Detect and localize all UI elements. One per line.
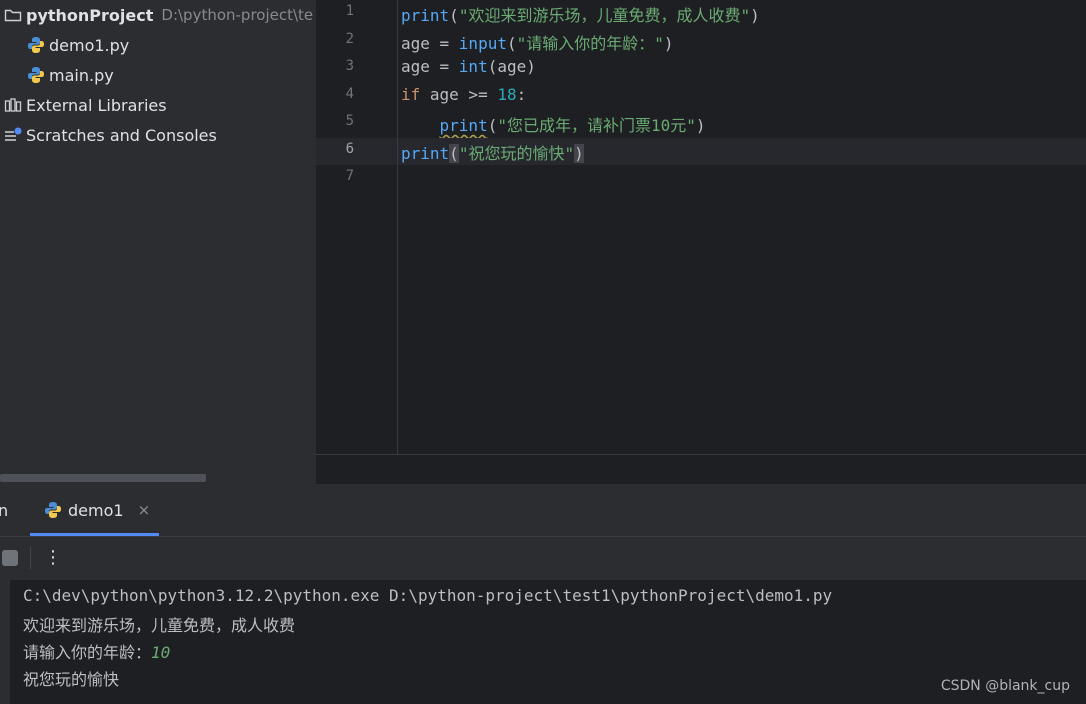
code-string-token: "请输入你的年龄：" bbox=[516, 33, 664, 53]
run-tool-window: n demo1 × ⋮ C:\dev\python\python3.12.2\p… bbox=[0, 484, 1086, 704]
code-function-token: int bbox=[458, 57, 488, 76]
close-icon[interactable]: × bbox=[138, 501, 151, 519]
code-line[interactable]: 4 if age >= 18: bbox=[316, 83, 1086, 110]
project-root-name: pythonProject bbox=[26, 5, 154, 25]
folder-icon bbox=[4, 7, 22, 23]
tree-file-label: demo1.py bbox=[49, 35, 130, 55]
code-line[interactable]: 1 print("欢迎来到游乐场，儿童免费，成人收费") bbox=[316, 0, 1086, 27]
stop-button[interactable] bbox=[2, 550, 18, 566]
tree-external-libraries-label: External Libraries bbox=[26, 95, 167, 115]
code-plain-token: ) bbox=[695, 116, 706, 135]
console-user-input: 10 bbox=[151, 643, 171, 662]
tree-root-row[interactable]: pythonProject D:\python-project\te bbox=[4, 0, 313, 30]
scratches-icon bbox=[4, 127, 22, 143]
tree-scratches-label: Scratches and Consoles bbox=[26, 125, 217, 145]
code-text: age = input("请输入你的年龄：") bbox=[401, 30, 674, 54]
watermark: CSDN @blank_cup bbox=[940, 678, 1070, 694]
console-command-line: C:\dev\python\python3.12.2\python.exe D:… bbox=[23, 586, 833, 605]
project-root-path: D:\python-project\te bbox=[161, 6, 314, 24]
line-number[interactable]: 3 bbox=[316, 58, 354, 74]
code-text: print("您已成年，请补门票10元") bbox=[401, 112, 706, 136]
line-number[interactable]: 6 bbox=[316, 141, 354, 157]
code-line[interactable]: 6 print("祝您玩的愉快") bbox=[316, 137, 1086, 165]
run-toolbar: ⋮ bbox=[0, 537, 1086, 579]
toolbar-separator bbox=[30, 547, 31, 569]
project-tool-window: pythonProject D:\python-project\te demo1… bbox=[0, 0, 316, 484]
tree-external-libraries[interactable]: External Libraries bbox=[4, 90, 167, 120]
console-prompt-line: 请输入你的年龄：10 bbox=[23, 639, 170, 663]
console-prompt-text: 请输入你的年龄： bbox=[23, 643, 152, 662]
run-tab-strip: n demo1 × bbox=[0, 484, 1086, 537]
tree-file-label: main.py bbox=[49, 65, 114, 85]
line-number[interactable]: 1 bbox=[316, 3, 354, 19]
code-plain-token: ) bbox=[750, 6, 760, 25]
code-plain-token: ( bbox=[506, 33, 517, 53]
tree-scratches[interactable]: Scratches and Consoles bbox=[4, 120, 217, 150]
editor-footer-area bbox=[316, 455, 1086, 484]
tree-file-main[interactable]: main.py bbox=[27, 60, 114, 90]
code-string-token: "祝您玩的愉快" bbox=[458, 143, 575, 163]
code-plain-token: age = bbox=[401, 33, 459, 53]
code-matched-brace: ) bbox=[574, 143, 584, 163]
tree-file-demo1[interactable]: demo1.py bbox=[27, 30, 129, 60]
code-string-token: "您已成年，请补门票10元" bbox=[497, 116, 696, 135]
code-plain-token: ( bbox=[487, 116, 498, 135]
code-text: age = int(age) bbox=[401, 57, 536, 76]
more-options-button[interactable]: ⋮ bbox=[44, 545, 62, 571]
tree-horizontal-scrollbar[interactable] bbox=[0, 474, 206, 482]
code-line[interactable]: 7 bbox=[316, 165, 1086, 192]
code-plain-token: : bbox=[516, 84, 527, 104]
code-matched-brace: ( bbox=[449, 143, 459, 163]
console-output[interactable]: C:\dev\python\python3.12.2\python.exe D:… bbox=[0, 580, 1086, 704]
code-line[interactable]: 3 age = int(age) bbox=[316, 55, 1086, 82]
code-function-token-warning: print bbox=[439, 116, 488, 135]
code-keyword-token: if bbox=[401, 84, 421, 104]
tab-run-truncated[interactable]: n bbox=[0, 501, 8, 520]
line-number[interactable]: 4 bbox=[316, 86, 354, 102]
code-text: if age >= 18: bbox=[401, 85, 526, 104]
console-output-line: 祝您玩的愉快 bbox=[23, 670, 120, 689]
code-plain-token: age = bbox=[401, 57, 459, 76]
code-plain-token: ) bbox=[663, 33, 674, 53]
python-file-icon bbox=[27, 66, 45, 84]
python-file-icon bbox=[27, 36, 45, 54]
code-plain-token bbox=[401, 116, 440, 135]
console-output-line: 欢迎来到游乐场，儿童免费，成人收费 bbox=[23, 616, 296, 635]
code-function-token: print bbox=[401, 6, 450, 25]
tab-demo1[interactable]: demo1 × bbox=[30, 484, 159, 536]
library-icon bbox=[4, 97, 22, 113]
tab-label: demo1 bbox=[68, 500, 124, 520]
code-plain-token: age >= bbox=[420, 84, 498, 104]
code-line[interactable]: 5 print("您已成年，请补门票10元") bbox=[316, 110, 1086, 137]
code-editor[interactable]: 1 print("欢迎来到游乐场，儿童免费，成人收费") 2 age = input(… bbox=[316, 0, 1086, 484]
code-function-token: print bbox=[401, 143, 450, 163]
code-number-token: 18 bbox=[497, 84, 517, 104]
python-icon bbox=[44, 501, 62, 519]
code-line[interactable]: 2 age = input("请输入你的年龄：") bbox=[316, 28, 1086, 55]
code-string-token: "欢迎来到游乐场，儿童免费，成人收费" bbox=[458, 6, 751, 25]
code-text: print("欢迎来到游乐场，儿童免费，成人收费") bbox=[401, 2, 760, 26]
active-tab-indicator bbox=[30, 533, 159, 536]
code-plain-token: ( bbox=[449, 6, 459, 25]
gutter-divider bbox=[397, 0, 398, 454]
line-number[interactable]: 7 bbox=[316, 168, 354, 184]
code-plain-token: (age) bbox=[487, 57, 536, 76]
line-number[interactable]: 5 bbox=[316, 113, 354, 129]
line-number[interactable]: 2 bbox=[316, 31, 354, 47]
code-text: print("祝您玩的愉快") bbox=[401, 140, 584, 164]
code-function-token: input bbox=[458, 33, 507, 53]
